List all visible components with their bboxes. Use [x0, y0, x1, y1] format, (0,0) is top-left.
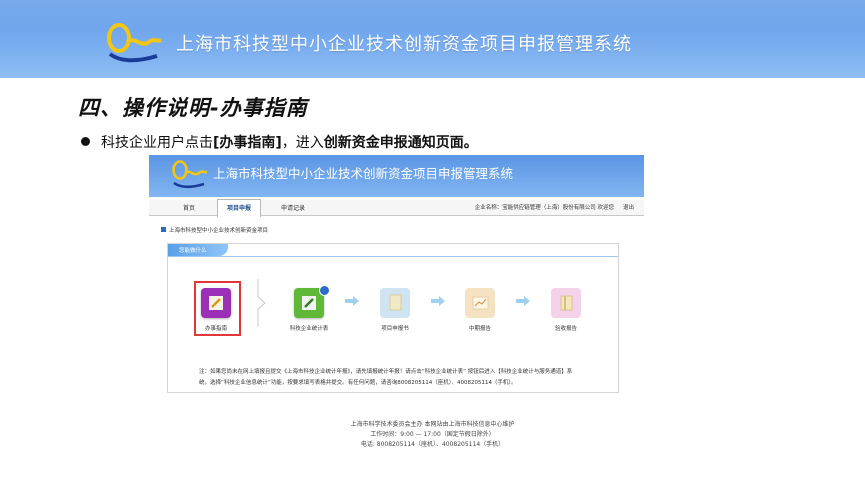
chart-icon: [472, 296, 489, 310]
bullet-pre: 科技企业用户点击: [101, 135, 213, 151]
embedded-screenshot: 上海市科技型中小企业技术创新资金项目申报管理系统 首页 项目申报 申请记录 企业…: [149, 155, 644, 417]
slide-heading: 四、操作说明-办事指南: [78, 96, 308, 120]
step-midterm-icon[interactable]: [465, 288, 495, 318]
company-name: 企业名称：宝能供应链管理（上海）股份有限公司 欢迎您: [474, 205, 614, 211]
breadcrumb-marker-icon: [161, 227, 166, 232]
step-statistics-label: 科技企业统计表: [289, 326, 329, 332]
panel-divider: [168, 256, 618, 257]
step-acceptance-icon[interactable]: [551, 288, 581, 318]
logout-link[interactable]: 退出: [623, 203, 634, 211]
panel-tab: 您能做什么: [168, 244, 228, 256]
bullet-icon: [81, 137, 90, 146]
shot-title: 上海市科技型中小企业技术创新资金项目申报管理系统: [213, 166, 514, 181]
footer-line-1: 上海市科学技术委员会主办 本网站由上海市科技信息中心维护: [350, 421, 515, 428]
edit-badge-icon: [319, 285, 330, 296]
bullet-text: 科技企业用户点击[办事指南]，进入创新资金申报通知页面。: [101, 132, 478, 152]
chevron-right-icon: [257, 279, 266, 327]
step-application-icon[interactable]: [380, 288, 410, 318]
highlight-box: [194, 281, 241, 336]
key-logo-icon: [172, 160, 208, 189]
nav-project-apply[interactable]: 项目申报: [217, 199, 262, 217]
banner-title: 上海市科技型中小企业技术创新资金项目申报管理系统: [176, 34, 632, 55]
bullet-target: 创新资金申报通知页面。: [323, 135, 478, 151]
bullet-mid: ，进入: [281, 135, 324, 151]
nav-apply-records[interactable]: 申请记录: [281, 203, 305, 212]
book-icon: [560, 295, 573, 311]
shot-nav: 首页 项目申报 申请记录 企业名称：宝能供应链管理（上海）股份有限公司 欢迎您 …: [149, 199, 644, 217]
key-logo-icon: [107, 23, 162, 63]
step-acceptance-label: 验收报告: [554, 326, 577, 332]
footer-line-3: 电话: 8008205114（座机）、4008205114（手机）: [360, 441, 505, 448]
note-line-1: 注：如果您尚未在网上填报且提交《上海市科技企业统计年报》，请先填报统计年报！请点…: [199, 369, 573, 375]
slide-banner: 上海市科技型中小企业技术创新资金项目申报管理系统: [0, 0, 865, 78]
arrow-right-icon: [431, 296, 445, 306]
note-text: 注：如果您尚未在网上填报且提交《上海市科技企业统计年报》，请先填报统计年报！请点…: [199, 367, 589, 389]
step-midterm-label: 中期报告: [468, 326, 491, 332]
footer-line-2: 工作时间：9:00 — 17:00（国定节假日除外）: [370, 431, 495, 438]
bullet-link: [办事指南]: [213, 135, 282, 151]
arrow-right-icon: [345, 296, 359, 306]
note-line-2: 统，选择“科技企业信息统计”功能，按要求填写表格并提交。有任何问题，请咨询800…: [199, 380, 517, 386]
document-icon: [389, 294, 402, 311]
arrow-right-icon: [516, 296, 530, 306]
shot-banner: 上海市科技型中小企业技术创新资金项目申报管理系统: [149, 155, 644, 197]
nav-home[interactable]: 首页: [183, 203, 195, 212]
step-application-label: 项目申报书: [381, 326, 409, 332]
breadcrumb: 上海市科技型中小企业技术创新资金项目: [169, 228, 269, 234]
